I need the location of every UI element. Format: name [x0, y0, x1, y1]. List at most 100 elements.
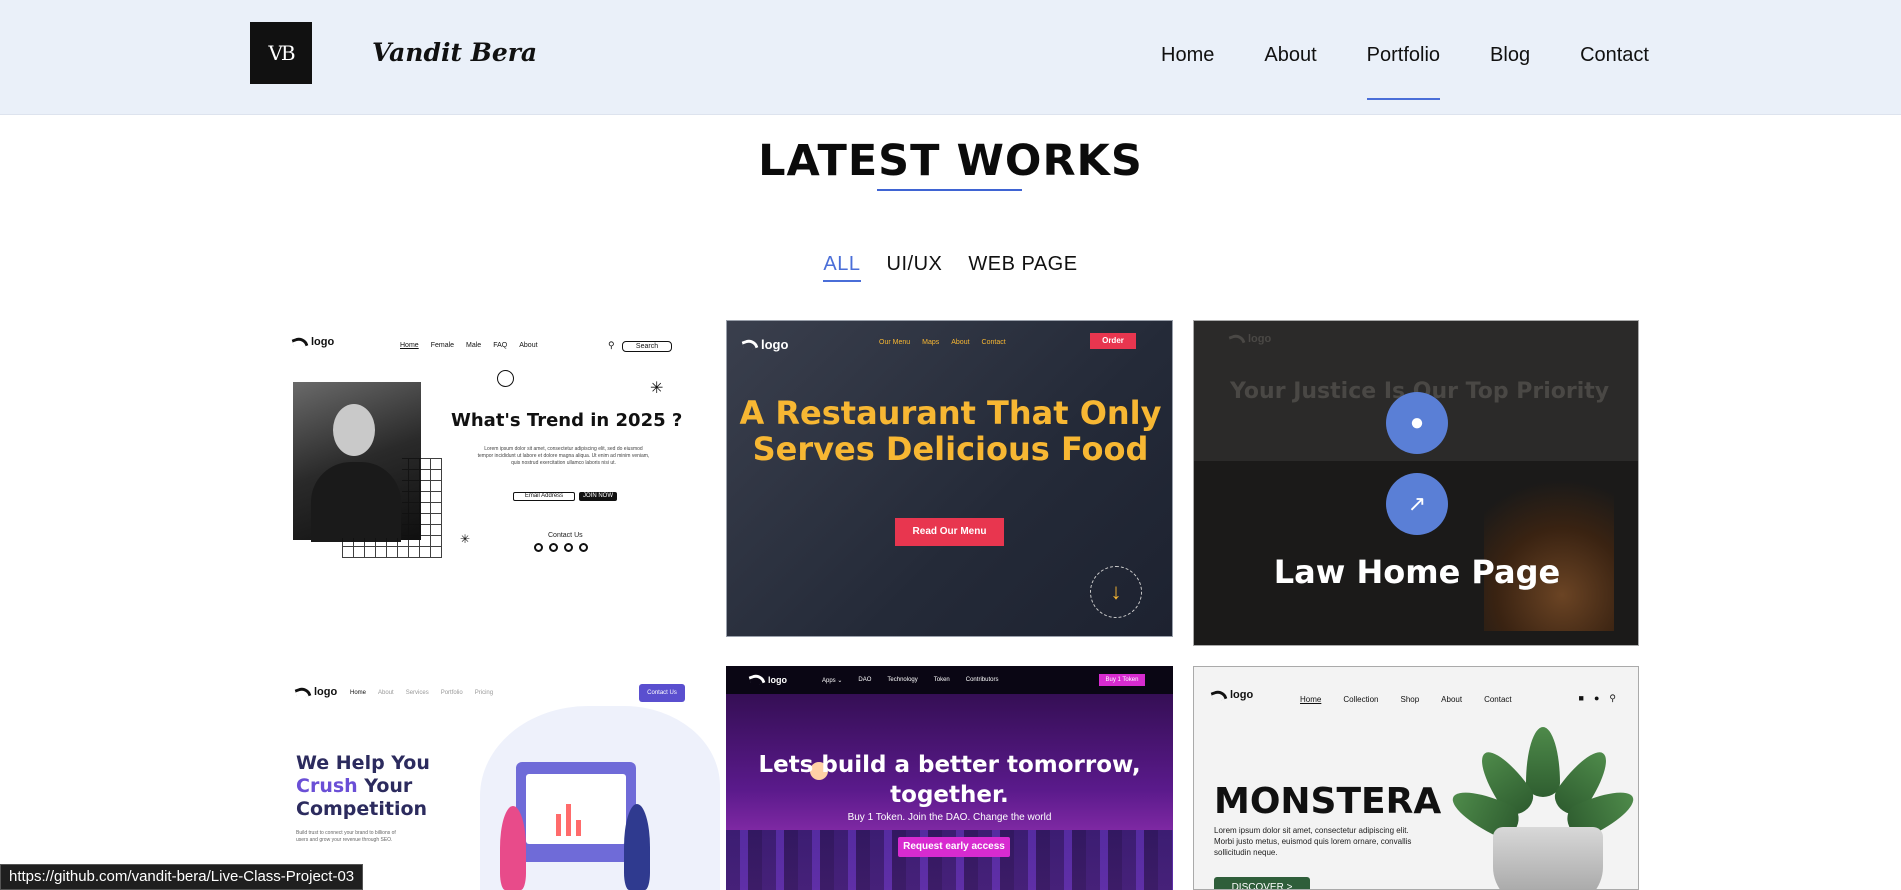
nav-contact[interactable]: Contact: [1580, 44, 1649, 67]
nav-blog[interactable]: Blog: [1490, 44, 1530, 67]
card-logo: logo: [741, 336, 788, 353]
browser-status-url: https://github.com/vandit-bera/Live-Clas…: [0, 864, 364, 890]
card-nav-item: Contributors: [965, 677, 999, 683]
filter-web-page[interactable]: WEB PAGE: [968, 253, 1077, 282]
read-menu-button: Read Our Menu: [895, 518, 1004, 546]
card-nav-item: Our Menu: [879, 339, 911, 346]
search-icon: ⚲: [1609, 693, 1616, 703]
card-nav-item: Pricing: [474, 690, 494, 696]
request-access-button: Request early access: [898, 837, 1010, 857]
card-logo: logo: [1228, 331, 1271, 347]
user-icon: ●: [1593, 693, 1600, 703]
sparkle-icon: ✳: [650, 380, 664, 397]
card-headline: What's Trend in 2025 ?: [451, 410, 683, 431]
card-nav-item: Services: [405, 690, 429, 696]
card-headline: A Restaurant That Only Serves Delicious …: [739, 394, 1162, 468]
pinterest-icon: [579, 543, 588, 552]
card-nav-item: Maps: [922, 339, 940, 346]
search-icon: ⚲: [608, 340, 615, 350]
card-logo: logo: [294, 684, 337, 700]
card-logo: logo: [291, 334, 334, 350]
card-logo: logo: [748, 671, 787, 688]
card-nav-item: About: [951, 339, 970, 346]
card-nav: Our Menu Maps About Contact: [879, 339, 1006, 346]
card-nav-item: Portfolio: [440, 690, 463, 696]
nav-portfolio[interactable]: Portfolio: [1366, 44, 1441, 100]
portfolio-card-fashion[interactable]: logo Home Female Male FAQ About ⚲ Search…: [280, 320, 725, 637]
sparkle-icon: ✳: [460, 532, 471, 546]
filter-all[interactable]: ALL: [823, 253, 861, 282]
email-field: Email Address: [513, 492, 575, 501]
card-icons: ■ ● ⚲: [1579, 693, 1616, 704]
card-nav-item: Collection: [1343, 695, 1379, 704]
card-nav-item: Token: [933, 677, 950, 683]
card-nav-item: Technology: [887, 677, 918, 683]
card-description: Build trust to connect your brand to bil…: [296, 830, 396, 843]
title-underline: [877, 189, 1022, 191]
portfolio-card-agency[interactable]: logo Home About Services Portfolio Prici…: [280, 666, 725, 890]
person-illustration: [500, 806, 526, 890]
main-nav: Home About Portfolio Blog Contact: [1161, 44, 1649, 100]
join-button: JOIN NOW: [579, 492, 617, 501]
filter-ui-ux[interactable]: UI/UX: [887, 253, 943, 282]
card-nav-item: Home: [1300, 695, 1322, 704]
card-nav-item: Contact: [1484, 695, 1512, 704]
card-nav-item: About: [378, 690, 394, 696]
buy-token-button: Buy 1 Token: [1099, 674, 1145, 686]
site-header: VB Vandit Bera Home About Portfolio Blog…: [0, 0, 1901, 115]
scroll-down-icon: ↓: [1090, 566, 1142, 618]
card-headline: We Help You Crush Your Competition: [296, 752, 430, 820]
card-nav-item: DAO: [858, 677, 872, 683]
contact-label: Contact Us: [548, 532, 583, 539]
logo-icon: [741, 336, 759, 353]
card-nav-item: Home: [400, 342, 419, 349]
portfolio-card-dao[interactable]: logo Apps ⌄ DAO Technology Token Contrib…: [726, 666, 1173, 890]
card-nav: Home Collection Shop About Contact: [1300, 695, 1512, 704]
portfolio-card-law[interactable]: logo Your Justice Is Our Top Priority ● …: [1193, 320, 1639, 646]
card-nav-item: About: [519, 342, 538, 349]
portfolio-card-plant-shop[interactable]: logo Home Collection Shop About Contact …: [1193, 666, 1639, 890]
model-photo: [293, 382, 421, 542]
card-headline: MONSTERA: [1214, 781, 1442, 822]
card-nav: Home About Services Portfolio Pricing: [350, 690, 493, 696]
logo-icon: [748, 671, 766, 688]
nav-home[interactable]: Home: [1161, 44, 1214, 67]
order-button: Order: [1090, 333, 1136, 349]
bag-icon: ■: [1578, 693, 1584, 703]
email-signup: Email Address JOIN NOW: [513, 492, 617, 501]
site-logo[interactable]: VB: [250, 22, 312, 84]
project-title: Law Home Page: [1273, 553, 1561, 591]
dashboard-illustration: [516, 762, 636, 862]
brand-name[interactable]: Vandit Bera: [372, 38, 537, 67]
logo-icon: [294, 684, 312, 700]
contact-button: Contact Us: [639, 684, 685, 702]
card-nav-item: Male: [466, 342, 482, 349]
person-illustration: [624, 804, 650, 890]
card-nav-item: Home: [350, 690, 367, 696]
portfolio-card-restaurant[interactable]: logo Our Menu Maps About Contact Order A…: [726, 320, 1173, 637]
logo-icon: [1210, 687, 1228, 703]
card-logo: logo: [1210, 687, 1253, 703]
discover-button: DISCOVER >: [1214, 877, 1310, 889]
card-nav-item: Female: [430, 342, 455, 349]
social-icons: [534, 543, 588, 552]
facebook-icon: [534, 543, 543, 552]
plant-illustration: [1446, 717, 1638, 889]
card-nav: Apps ⌄ DAO Technology Token Contributors: [822, 677, 998, 684]
card-nav-item: Apps ⌄: [822, 678, 843, 684]
card-headline: Lets build a better tomorrow, together.: [758, 752, 1141, 808]
card-description: Lorem ipsum dolor sit amet, consectetur …: [1214, 826, 1412, 857]
logo-icon: [291, 334, 309, 350]
github-icon[interactable]: ●: [1386, 392, 1448, 454]
nav-about[interactable]: About: [1264, 44, 1316, 67]
card-nav-item: Shop: [1400, 695, 1420, 704]
external-link-icon[interactable]: ↗: [1386, 473, 1448, 535]
card-nav: Home Female Male FAQ About: [400, 342, 538, 349]
card-nav-item: FAQ: [493, 342, 508, 349]
globe-icon: [497, 370, 514, 387]
logo-icon: [1228, 331, 1246, 347]
card-description: Lorem ipsum dolor sit amet, consectetur …: [477, 446, 650, 466]
card-nav-item: Contact: [981, 339, 1006, 346]
card-description: Buy 1 Token. Join the DAO. Change the wo…: [847, 812, 1052, 823]
card-search: Search: [622, 341, 672, 352]
